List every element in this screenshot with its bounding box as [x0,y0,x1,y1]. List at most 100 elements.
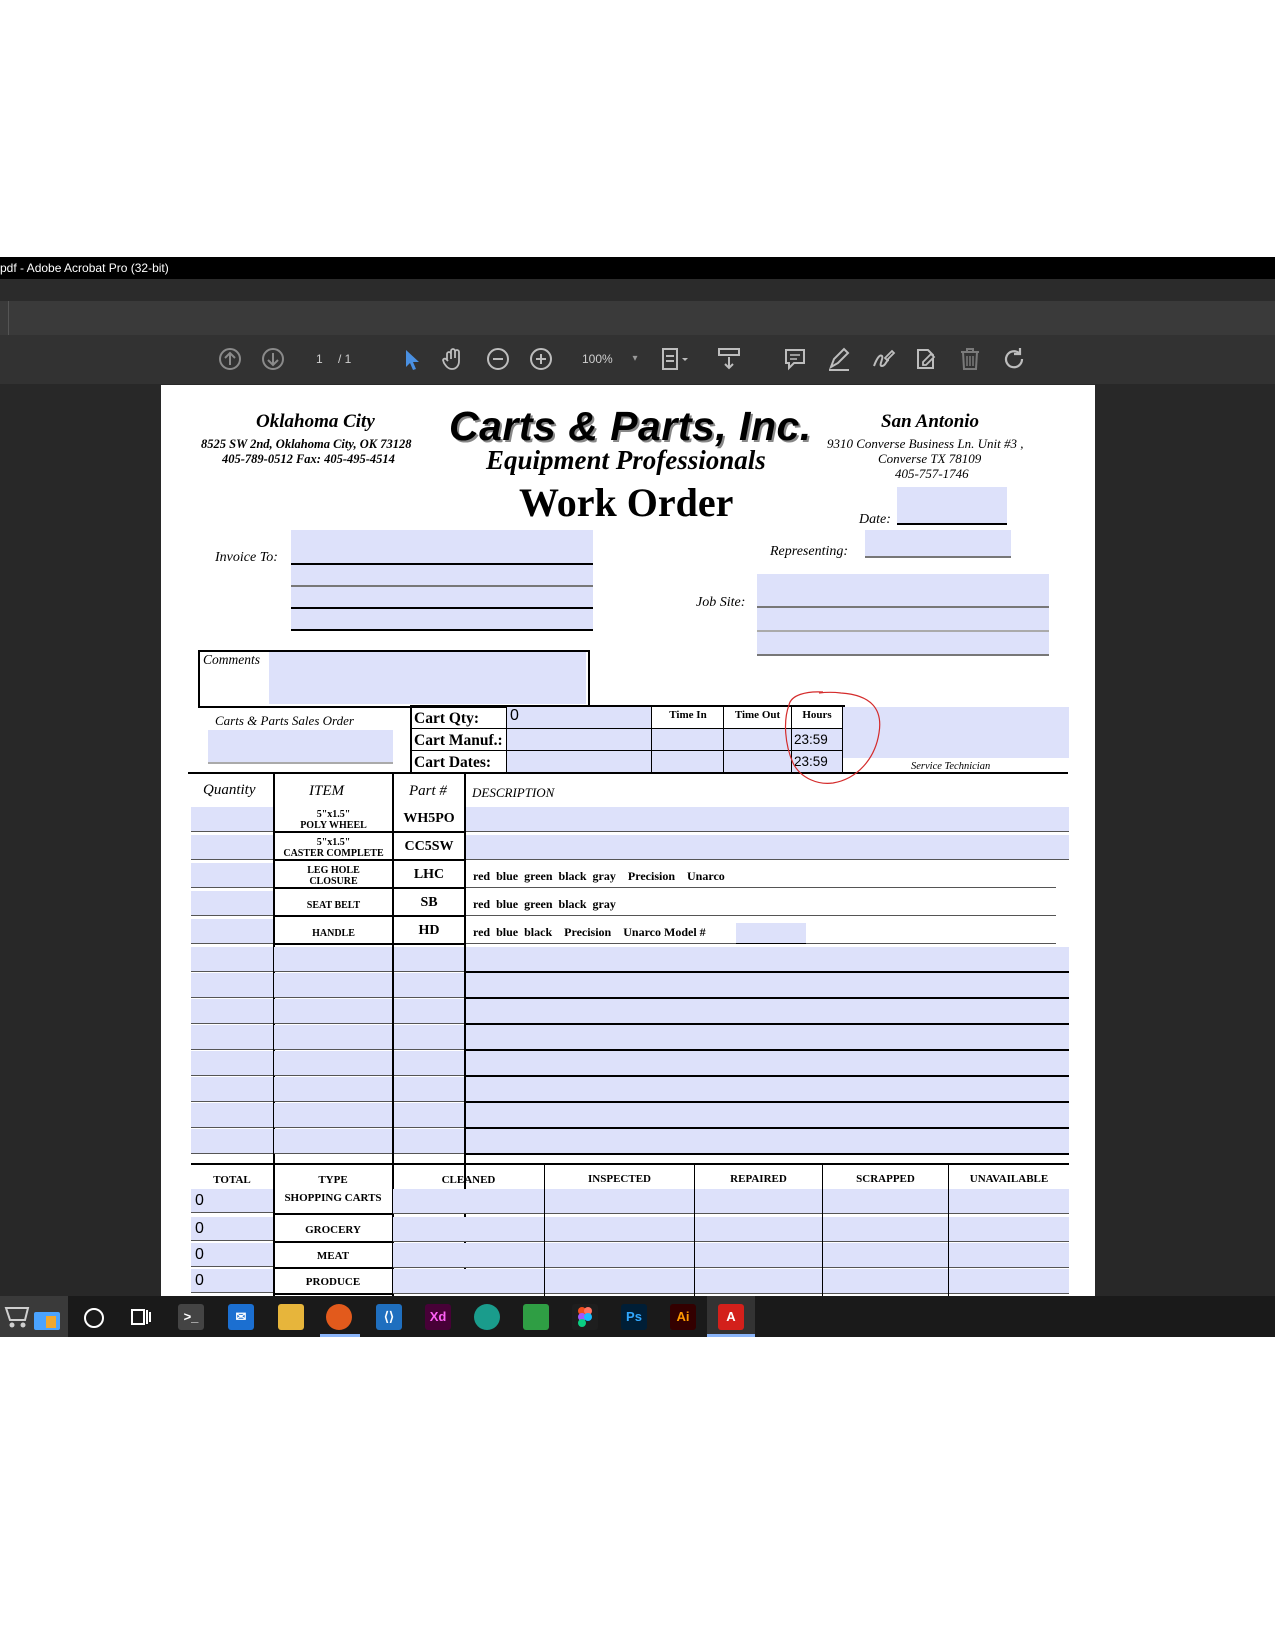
description-field[interactable] [466,1051,1069,1077]
quantity-field[interactable] [191,1103,273,1128]
description-field[interactable] [466,947,1069,973]
task-view-icon[interactable] [130,1306,152,1333]
illustrator-icon[interactable]: Ai [670,1304,696,1330]
store-icon[interactable] [0,1296,68,1337]
item-field[interactable] [274,1025,392,1050]
quantity-field[interactable] [191,919,273,944]
unavailable-field[interactable] [949,1269,1069,1294]
edit-icon[interactable] [913,346,939,372]
select-cursor-icon[interactable] [398,346,424,372]
file-explorer-icon[interactable] [278,1304,304,1330]
scrapped-field[interactable] [823,1269,948,1294]
arrow-down-icon[interactable] [260,346,286,372]
cart-manuf-field[interactable] [507,729,651,750]
fit-page-icon[interactable] [660,346,688,372]
mail-icon[interactable]: ✉ [228,1304,254,1330]
description-field[interactable] [466,807,1069,832]
repaired-field[interactable] [695,1269,822,1294]
rotate-icon[interactable] [1001,346,1027,372]
arrow-up-icon[interactable] [217,346,243,372]
hand-icon[interactable] [440,346,466,372]
item-field[interactable] [274,999,392,1024]
figma-icon[interactable] [572,1304,598,1330]
scrapped-field[interactable] [823,1217,948,1242]
part-field[interactable] [394,973,464,998]
comment-icon[interactable] [782,346,808,372]
part-field[interactable] [394,999,464,1024]
cart-dates-field[interactable] [507,751,651,772]
cortana-icon[interactable] [84,1308,104,1328]
description-field[interactable] [466,1129,1069,1155]
job-site-line-3[interactable] [757,632,1049,656]
date-field[interactable] [897,487,1007,525]
job-site-line-2[interactable] [757,608,1049,632]
repaired-field[interactable] [695,1189,822,1214]
quantity-field[interactable] [191,1025,273,1050]
inspected-field[interactable] [545,1217,694,1242]
description-field[interactable] [466,1103,1069,1129]
cleaned-field[interactable] [393,1243,544,1268]
quantity-field[interactable] [191,891,273,916]
part-field[interactable] [394,1051,464,1076]
invoice-line-3[interactable] [291,587,593,609]
description-field[interactable] [466,1077,1069,1103]
item-field[interactable] [274,1129,392,1154]
inspected-field[interactable] [545,1243,694,1268]
item-field[interactable] [274,973,392,998]
quantity-field[interactable] [191,807,273,832]
adobe-xd-icon[interactable]: Xd [425,1304,451,1330]
part-field[interactable] [394,1129,464,1154]
cleaned-field[interactable] [393,1269,544,1294]
unavailable-field[interactable] [949,1189,1069,1214]
cart-qty-field[interactable]: 0 [507,707,651,728]
photoshop-icon[interactable]: Ps [621,1304,647,1330]
delete-icon[interactable] [957,346,983,372]
quantity-field[interactable] [191,973,273,998]
cleaned-field[interactable] [393,1189,544,1214]
quantity-field[interactable] [191,999,273,1024]
part-field[interactable] [394,1025,464,1050]
scroll-mode-icon[interactable] [716,346,742,372]
quantity-field[interactable] [191,1051,273,1076]
invoice-line-4[interactable] [291,609,593,631]
inspected-field[interactable] [545,1269,694,1294]
scrapped-field[interactable] [823,1189,948,1214]
zoom-level[interactable]: 100% [582,352,613,366]
quantity-field[interactable] [191,947,273,972]
description-field[interactable] [466,835,1069,860]
zoom-in-icon[interactable] [528,346,554,372]
unavailable-field[interactable] [949,1243,1069,1268]
zoom-dropdown-icon[interactable]: ▾ [622,346,648,372]
part-field[interactable] [394,947,464,972]
acrobat-icon[interactable]: A [707,1296,755,1337]
repaired-field[interactable] [695,1217,822,1242]
inspected-field[interactable] [545,1189,694,1214]
invoice-line-1[interactable] [291,530,593,565]
item-field[interactable] [274,1103,392,1128]
unavailable-field[interactable] [949,1217,1069,1242]
quantity-field[interactable] [191,1077,273,1102]
total-field[interactable]: 0 [191,1243,273,1267]
sales-order-field[interactable] [208,730,393,764]
total-field[interactable]: 0 [191,1269,273,1293]
repaired-field[interactable] [695,1243,822,1268]
model-number-field[interactable] [736,923,806,944]
highlight-icon[interactable] [826,346,852,372]
comments-field[interactable] [269,652,586,704]
firefox-icon[interactable] [326,1304,352,1330]
invoice-line-2[interactable] [291,565,593,587]
representing-field[interactable] [865,530,1011,558]
part-field[interactable] [394,1103,464,1128]
item-field[interactable] [274,1051,392,1076]
quantity-field[interactable] [191,1129,273,1154]
cleaned-field[interactable] [393,1217,544,1242]
terminal-icon[interactable]: >_ [178,1304,204,1330]
edge-icon[interactable] [474,1304,500,1330]
time-in-field-1[interactable] [652,729,723,750]
vscode-icon[interactable]: ⟨⟩ [376,1304,402,1330]
part-field[interactable] [394,1077,464,1102]
item-field[interactable] [274,947,392,972]
quantity-field[interactable] [191,863,273,888]
job-site-line-1[interactable] [757,574,1049,608]
time-in-field-2[interactable] [652,751,723,772]
